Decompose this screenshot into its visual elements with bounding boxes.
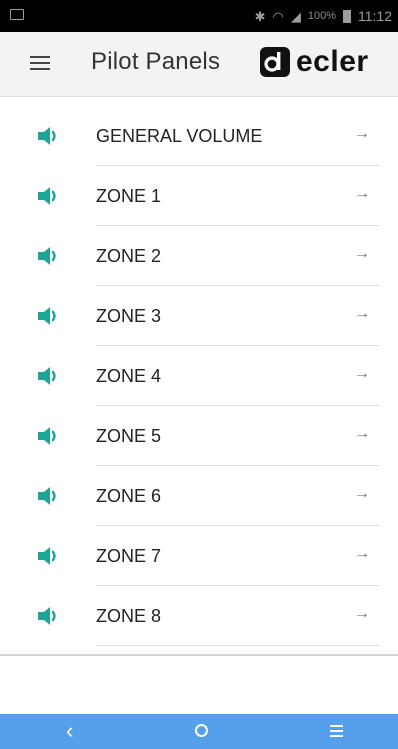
- speaker-icon: [38, 367, 56, 385]
- speaker-icon: [38, 427, 56, 445]
- ecler-logo-text: ecler: [296, 45, 369, 78]
- home-icon[interactable]: [195, 724, 208, 737]
- list-bottom-divider: [0, 654, 398, 656]
- list-item[interactable]: ZONE 7 →: [0, 526, 398, 586]
- speaker-icon: [38, 487, 56, 505]
- list-item-label: ZONE 6: [96, 486, 162, 506]
- list-item[interactable]: ZONE 2 →: [0, 226, 398, 286]
- list-item-label: ZONE 4: [96, 366, 162, 386]
- status-icons: ✱ ◠ ◢ 100% 11:12: [255, 8, 392, 24]
- list-item[interactable]: ZONE 3 →: [0, 286, 398, 346]
- list-item[interactable]: ZONE 8 →: [0, 586, 398, 646]
- list-item-label: ZONE 1: [96, 186, 162, 206]
- ecler-logo-mark-icon: [260, 47, 290, 77]
- navigation-bar: ‹: [0, 714, 398, 749]
- list-item-label: GENERAL VOLUME: [96, 126, 263, 146]
- app-bar: Pilot Panels ecler: [0, 32, 398, 97]
- arrow-right-icon: →: [354, 125, 370, 142]
- list-item-label: ZONE 7: [96, 546, 162, 566]
- list-item[interactable]: GENERAL VOLUME →: [0, 106, 398, 166]
- arrow-right-icon: →: [354, 605, 370, 622]
- arrow-right-icon: →: [354, 185, 370, 202]
- speaker-icon: [38, 127, 56, 145]
- arrow-right-icon: →: [354, 365, 370, 382]
- page-title: Pilot Panels: [91, 48, 221, 75]
- list-item[interactable]: ZONE 5 →: [0, 406, 398, 466]
- list-item[interactable]: ZONE 6 →: [0, 466, 398, 526]
- back-icon[interactable]: ‹: [66, 719, 73, 743]
- list-item[interactable]: ZONE 1 →: [0, 166, 398, 226]
- row-divider: [96, 645, 379, 646]
- arrow-right-icon: →: [354, 425, 370, 442]
- arrow-right-icon: →: [354, 545, 370, 562]
- speaker-icon: [38, 187, 56, 205]
- speaker-icon: [38, 547, 56, 565]
- list-item-label: ZONE 5: [96, 426, 162, 446]
- zone-list: GENERAL VOLUME → ZONE 1 → ZONE 2 → ZONE 3 → ZONE…: [0, 106, 398, 646]
- arrow-right-icon: →: [354, 245, 370, 262]
- arrow-right-icon: →: [354, 305, 370, 322]
- list-item-label: ZONE 3: [96, 306, 162, 326]
- status-bar: ✱ ◠ ◢ 100% 11:12: [0, 0, 398, 32]
- wifi-icon: ◠: [272, 8, 284, 24]
- speaker-icon: [38, 307, 56, 325]
- list-item-label: ZONE 2: [96, 246, 162, 266]
- speaker-icon: [38, 247, 56, 265]
- recent-apps-icon[interactable]: [330, 724, 343, 737]
- bluetooth-icon: ✱: [254, 8, 266, 24]
- ecler-logo: ecler: [260, 47, 369, 77]
- list-item[interactable]: ZONE 4 →: [0, 346, 398, 406]
- speaker-icon: [38, 607, 56, 625]
- image-notification-icon: [10, 9, 24, 20]
- arrow-right-icon: →: [354, 485, 370, 502]
- battery-icon: [343, 9, 351, 23]
- battery-percentage: 100%: [307, 10, 336, 22]
- hamburger-menu-icon[interactable]: [30, 54, 52, 72]
- list-item-label: ZONE 8: [96, 606, 162, 626]
- signal-icon: ◢: [290, 8, 301, 24]
- clock: 11:12: [358, 8, 392, 24]
